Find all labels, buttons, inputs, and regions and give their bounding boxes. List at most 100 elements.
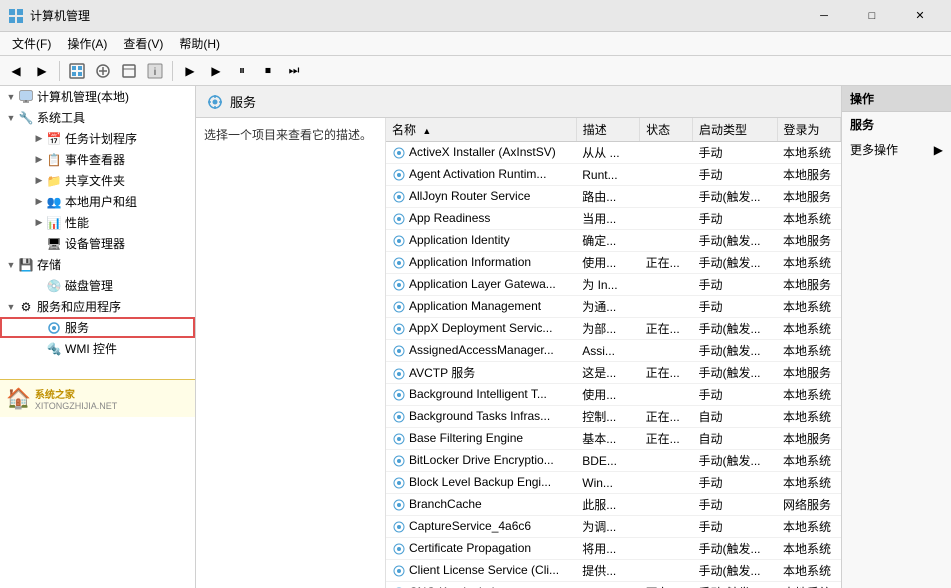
service-status: 正在...	[640, 318, 693, 340]
panel-header: 服务	[196, 86, 841, 118]
menu-file[interactable]: 文件(F)	[4, 33, 59, 54]
main-layout: ▼ 计算机管理(本地) ▼ 🔧 系统工具 ▶ 📅 任务计划程序 ▶ 📋 事件查看…	[0, 86, 951, 588]
menu-view[interactable]: 查看(V)	[115, 33, 171, 54]
tree-item-event-viewer[interactable]: ▶ 📋 事件查看器	[0, 149, 195, 170]
expand-task-scheduler[interactable]: ▶	[32, 132, 46, 146]
left-panel: ▼ 计算机管理(本地) ▼ 🔧 系统工具 ▶ 📅 任务计划程序 ▶ 📋 事件查看…	[0, 86, 196, 588]
expand-performance[interactable]: ▶	[32, 216, 46, 230]
toolbar-skip-button[interactable]: ⏭	[282, 59, 306, 83]
col-status[interactable]: 状态	[640, 118, 693, 142]
table-row[interactable]: Agent Activation Runtim...Runt...手动本地服务	[386, 164, 841, 186]
tree-item-device-manager[interactable]: 🖥 设备管理器	[0, 233, 195, 254]
service-name: CaptureService_4a6c6	[409, 519, 531, 533]
table-row[interactable]: Background Tasks Infras...控制...正在...自动本地…	[386, 406, 841, 428]
col-login[interactable]: 登录为	[777, 118, 840, 142]
event-viewer-icon: 📋	[46, 152, 62, 168]
menu-action[interactable]: 操作(A)	[59, 33, 115, 54]
expand-system-tools[interactable]: ▼	[4, 111, 18, 125]
table-row[interactable]: Client License Service (Cli...提供...手动(触发…	[386, 560, 841, 582]
menu-help[interactable]: 帮助(H)	[171, 33, 228, 54]
table-row[interactable]: App Readiness当用...手动本地系统	[386, 208, 841, 230]
service-login: 本地系统	[777, 142, 840, 164]
toolbar-play2-button[interactable]: ▶	[204, 59, 228, 83]
action-services[interactable]: 服务	[842, 112, 951, 137]
toolbar-btn-2[interactable]	[91, 59, 115, 83]
tree-item-wmi[interactable]: 🔩 WMI 控件	[0, 338, 195, 359]
table-row[interactable]: Application Identity确定...手动(触发...本地服务	[386, 230, 841, 252]
tree-item-services-label: 服务	[65, 319, 89, 336]
table-row[interactable]: Certificate Propagation将用...手动(触发...本地系统	[386, 538, 841, 560]
toolbar-btn-4[interactable]: i	[143, 59, 167, 83]
table-row[interactable]: AssignedAccessManager...Assi...手动(触发...本…	[386, 340, 841, 362]
toolbar-pause-button[interactable]: ⏸	[230, 59, 254, 83]
tree-item-services[interactable]: 服务	[0, 317, 195, 338]
table-row[interactable]: Background Intelligent T...使用...手动本地系统	[386, 384, 841, 406]
col-desc[interactable]: 描述	[576, 118, 639, 142]
close-button[interactable]: ✕	[897, 0, 943, 32]
performance-icon: 📊	[46, 215, 62, 231]
tree-item-root[interactable]: ▼ 计算机管理(本地)	[0, 86, 195, 107]
table-row[interactable]: CNG Key IsolationCNG...正在...手动(触发...本地系统	[386, 582, 841, 588]
table-row[interactable]: Application Information使用...正在...手动(触发..…	[386, 252, 841, 274]
service-desc: Win...	[576, 472, 639, 494]
service-starttype: 手动	[693, 208, 778, 230]
service-status	[640, 384, 693, 406]
service-name-cell: AVCTP 服务	[386, 362, 576, 384]
table-row[interactable]: Base Filtering Engine基本...正在...自动本地服务	[386, 428, 841, 450]
service-name: Block Level Backup Engi...	[409, 475, 551, 489]
service-icon	[392, 277, 409, 291]
tree-item-local-users[interactable]: ▶ 👥 本地用户和组	[0, 191, 195, 212]
service-name-cell: Background Tasks Infras...	[386, 406, 576, 428]
tree-item-disk-mgmt[interactable]: 💿 磁盘管理	[0, 275, 195, 296]
service-icon	[392, 453, 409, 467]
table-row[interactable]: Application Management为通...手动本地系统	[386, 296, 841, 318]
toolbar-stop-button[interactable]: ⏹	[256, 59, 280, 83]
services-table-wrap[interactable]: 名称 ▲ 描述 状态 启动类型 登录为 ActiveX Installer (A…	[386, 118, 841, 588]
menu-bar: 文件(F) 操作(A) 查看(V) 帮助(H)	[0, 32, 951, 56]
service-status	[640, 560, 693, 582]
tree-item-performance[interactable]: ▶ 📊 性能	[0, 212, 195, 233]
app-icon	[8, 8, 24, 24]
table-row[interactable]: AVCTP 服务这是...正在...手动(触发...本地服务	[386, 362, 841, 384]
table-row[interactable]: AllJoyn Router Service路由...手动(触发...本地服务	[386, 186, 841, 208]
tree-item-task-scheduler[interactable]: ▶ 📅 任务计划程序	[0, 128, 195, 149]
back-button[interactable]: ◀	[4, 59, 28, 83]
service-name-cell: Certificate Propagation	[386, 538, 576, 560]
tree-item-performance-label: 性能	[65, 214, 89, 231]
expand-shared[interactable]: ▶	[32, 174, 46, 188]
action-more[interactable]: 更多操作 ▶	[842, 137, 951, 162]
table-row[interactable]: Application Layer Gatewa...为 In...手动本地服务	[386, 274, 841, 296]
expand-root[interactable]: ▼	[4, 90, 18, 104]
service-starttype: 自动	[693, 406, 778, 428]
expand-event-viewer[interactable]: ▶	[32, 153, 46, 167]
table-row[interactable]: CaptureService_4a6c6为调...手动本地系统	[386, 516, 841, 538]
tree-item-storage[interactable]: ▼ 💾 存储	[0, 254, 195, 275]
toolbar-btn-1[interactable]	[65, 59, 89, 83]
shared-folders-icon: 📁	[46, 173, 62, 189]
services-apps-icon: ⚙	[18, 299, 34, 315]
expand-services-apps[interactable]: ▼	[4, 300, 18, 314]
table-row[interactable]: AppX Deployment Servic...为部...正在...手动(触发…	[386, 318, 841, 340]
service-login: 本地服务	[777, 274, 840, 296]
service-desc: CNG...	[576, 582, 639, 588]
expand-storage[interactable]: ▼	[4, 258, 18, 272]
service-name: Certificate Propagation	[409, 541, 531, 555]
toolbar-play-button[interactable]: ▶	[178, 59, 202, 83]
col-starttype[interactable]: 启动类型	[693, 118, 778, 142]
forward-button[interactable]: ▶	[30, 59, 54, 83]
table-row[interactable]: BitLocker Drive Encryptio...BDE...手动(触发.…	[386, 450, 841, 472]
col-name[interactable]: 名称 ▲	[386, 118, 576, 142]
service-name-cell: Application Management	[386, 296, 576, 318]
table-row[interactable]: ActiveX Installer (AxInstSV)从从 ...手动本地系统	[386, 142, 841, 164]
tree-item-services-apps[interactable]: ▼ ⚙ 服务和应用程序	[0, 296, 195, 317]
service-login: 本地系统	[777, 296, 840, 318]
minimize-button[interactable]: ─	[801, 0, 847, 32]
tree-item-shared-folders[interactable]: ▶ 📁 共享文件夹	[0, 170, 195, 191]
toolbar-btn-3[interactable]	[117, 59, 141, 83]
maximize-button[interactable]: □	[849, 0, 895, 32]
table-row[interactable]: BranchCache此服...手动网络服务	[386, 494, 841, 516]
expand-local-users[interactable]: ▶	[32, 195, 46, 209]
tree-item-system-tools[interactable]: ▼ 🔧 系统工具	[0, 107, 195, 128]
service-icon	[392, 563, 409, 577]
table-row[interactable]: Block Level Backup Engi...Win...手动本地系统	[386, 472, 841, 494]
